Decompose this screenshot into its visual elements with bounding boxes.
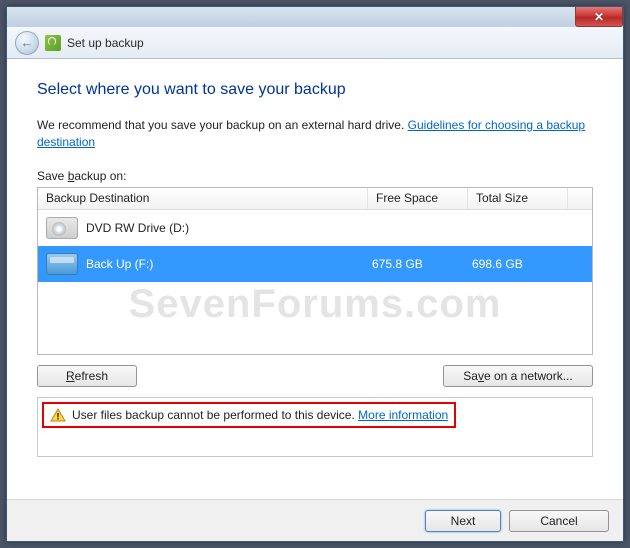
close-button[interactable]: ✕	[575, 7, 623, 27]
column-end	[568, 188, 592, 209]
wizard-window: ✕ ← Set up backup Select where you want …	[6, 6, 624, 542]
warning-highlight: ! User files backup cannot be performed …	[42, 402, 456, 428]
warning-message: User files backup cannot be performed to…	[72, 408, 358, 422]
warning-icon: !	[50, 408, 66, 422]
table-header: Backup Destination Free Space Total Size	[38, 188, 592, 210]
refresh-button[interactable]: Refresh	[37, 365, 137, 387]
back-button[interactable]: ←	[15, 31, 39, 55]
window-title: Set up backup	[67, 36, 144, 50]
titlebar: ✕	[7, 7, 623, 27]
drive-name: DVD RW Drive (D:)	[86, 221, 189, 235]
more-information-link[interactable]: More information	[358, 408, 448, 422]
close-icon: ✕	[594, 10, 604, 24]
cancel-button[interactable]: Cancel	[509, 510, 609, 532]
svg-text:!: !	[57, 411, 60, 421]
page-heading: Select where you want to save your backu…	[37, 81, 593, 99]
drive-table: Backup Destination Free Space Total Size…	[37, 187, 593, 355]
table-row[interactable]: Back Up (F:) 675.8 GB 698.6 GB	[38, 246, 592, 282]
backup-icon	[45, 35, 61, 51]
drive-free: 675.8 GB	[364, 257, 464, 271]
navigation-bar: ← Set up backup	[7, 27, 623, 59]
hdd-drive-icon	[46, 253, 78, 275]
content-area: Select where you want to save your backu…	[7, 59, 623, 471]
action-button-row: Refresh Save on a network...	[37, 365, 593, 387]
warning-text: User files backup cannot be performed to…	[72, 408, 448, 422]
column-free-space[interactable]: Free Space	[368, 188, 468, 209]
recommend-text: We recommend that you save your backup o…	[37, 117, 593, 151]
save-on-network-button[interactable]: Save on a network...	[443, 365, 593, 387]
drive-total: 698.6 GB	[464, 257, 564, 271]
column-total-size[interactable]: Total Size	[468, 188, 568, 209]
recommend-label: We recommend that you save your backup o…	[37, 118, 408, 132]
next-button[interactable]: Next	[425, 510, 501, 532]
save-backup-label: Save backup on:	[37, 169, 593, 183]
drive-name: Back Up (F:)	[86, 257, 153, 271]
warning-panel: ! User files backup cannot be performed …	[37, 397, 593, 457]
table-row[interactable]: DVD RW Drive (D:)	[38, 210, 592, 246]
column-destination[interactable]: Backup Destination	[38, 188, 368, 209]
wizard-footer: Next Cancel	[7, 499, 623, 541]
dvd-drive-icon	[46, 217, 78, 239]
back-arrow-icon: ←	[21, 36, 34, 49]
